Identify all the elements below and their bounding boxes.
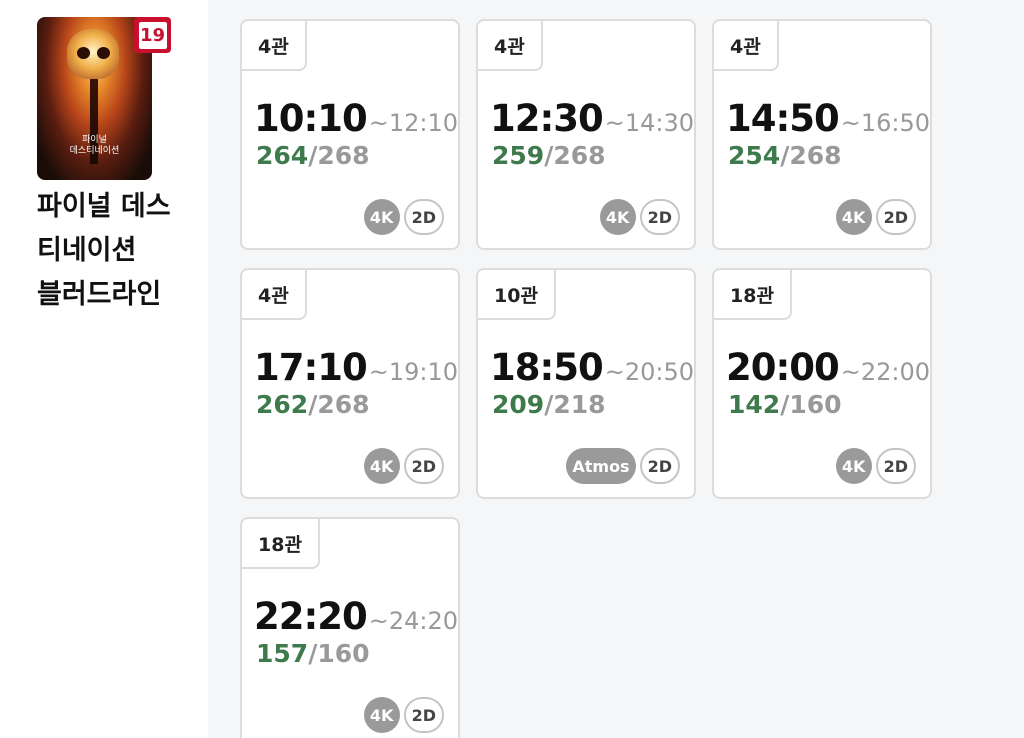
end-time: ~20:50 <box>604 358 695 386</box>
screen-format-badge: 4K <box>363 199 400 235</box>
movie-title-line1: 파이널 데스 <box>37 191 171 222</box>
poster-title: 파이널 데스티네이션 <box>37 135 152 157</box>
format-badges: Atmos 2D <box>566 448 680 484</box>
movie-info-panel: 파이널 데스티네이션 19 파이널 데스 티네이션 블러드라인 <box>0 0 208 738</box>
movie-title-line3: 블러드라인 <box>37 279 162 310</box>
poster-title-line2: 데스티네이션 <box>69 146 120 156</box>
time-range: 20:00~22:00 <box>726 346 930 389</box>
end-time: ~14:30 <box>604 109 695 137</box>
end-time: ~16:50 <box>840 109 931 137</box>
start-time: 18:50 <box>490 346 604 389</box>
available-seats: 209 <box>492 390 545 419</box>
seat-count: 142/160 <box>728 390 842 419</box>
time-range: 14:50~16:50 <box>726 97 930 140</box>
movie-title-line2: 티네이션 <box>37 235 137 266</box>
dimension-badge: 2D <box>403 697 444 733</box>
available-seats: 157 <box>256 639 309 668</box>
time-range: 18:50~20:50 <box>490 346 694 389</box>
start-time: 20:00 <box>726 346 840 389</box>
end-time: ~22:00 <box>840 358 931 386</box>
hall-label: 10관 <box>478 270 556 320</box>
total-seats: /268 <box>308 141 370 170</box>
dimension-badge: 2D <box>875 448 916 484</box>
showtime-card[interactable]: 4관 17:10~19:10 262/268 4K 2D <box>240 268 460 499</box>
time-range: 10:10~12:10 <box>254 97 458 140</box>
screen-format-badge: Atmos <box>566 448 636 484</box>
total-seats: /268 <box>544 141 606 170</box>
available-seats: 262 <box>256 390 309 419</box>
time-range: 17:10~19:10 <box>254 346 458 389</box>
showtime-card[interactable]: 4관 10:10~12:10 264/268 4K 2D <box>240 19 460 250</box>
hall-label: 4관 <box>242 270 307 320</box>
start-time: 10:10 <box>254 97 368 140</box>
showtime-card[interactable]: 18관 20:00~22:00 142/160 4K 2D <box>712 268 932 499</box>
dimension-badge: 2D <box>875 199 916 235</box>
format-badges: 4K 2D <box>363 199 444 235</box>
showtime-card[interactable]: 4관 12:30~14:30 259/268 4K 2D <box>476 19 696 250</box>
poster-title-line1: 파이널 <box>82 135 107 145</box>
dimension-badge: 2D <box>403 448 444 484</box>
end-time: ~12:10 <box>368 109 459 137</box>
seat-count: 262/268 <box>256 390 370 419</box>
start-time: 22:20 <box>254 595 368 638</box>
hall-label: 18관 <box>714 270 792 320</box>
hall-label: 4관 <box>242 21 307 71</box>
showtime-card[interactable]: 4관 14:50~16:50 254/268 4K 2D <box>712 19 932 250</box>
screen-format-badge: 4K <box>363 448 400 484</box>
format-badges: 4K 2D <box>363 448 444 484</box>
movie-title[interactable]: 파이널 데스 티네이션 블러드라인 <box>37 185 202 317</box>
format-badges: 4K 2D <box>599 199 680 235</box>
total-seats: /160 <box>780 390 842 419</box>
start-time: 14:50 <box>726 97 840 140</box>
showtime-card[interactable]: 18관 22:20~24:20 157/160 4K 2D <box>240 517 460 738</box>
age-rating-label: 19 <box>138 21 167 49</box>
skull-eye-left <box>77 47 90 59</box>
total-seats: /268 <box>780 141 842 170</box>
seat-count: 157/160 <box>256 639 370 668</box>
hall-label: 4관 <box>478 21 543 71</box>
start-time: 17:10 <box>254 346 368 389</box>
available-seats: 259 <box>492 141 545 170</box>
start-time: 12:30 <box>490 97 604 140</box>
format-badges: 4K 2D <box>835 448 916 484</box>
hall-label: 18관 <box>242 519 320 569</box>
dimension-badge: 2D <box>639 448 680 484</box>
skull-eye-right <box>97 47 110 59</box>
skull-image <box>67 29 119 79</box>
screen-format-badge: 4K <box>835 448 872 484</box>
total-seats: /268 <box>308 390 370 419</box>
age-rating-badge: 19 <box>134 17 171 53</box>
seat-count: 254/268 <box>728 141 842 170</box>
seat-count: 209/218 <box>492 390 606 419</box>
seat-count: 264/268 <box>256 141 370 170</box>
available-seats: 254 <box>728 141 781 170</box>
format-badges: 4K 2D <box>363 697 444 733</box>
total-seats: /218 <box>544 390 606 419</box>
showtime-card[interactable]: 10관 18:50~20:50 209/218 Atmos 2D <box>476 268 696 499</box>
total-seats: /160 <box>308 639 370 668</box>
format-badges: 4K 2D <box>835 199 916 235</box>
showtime-grid: 4관 10:10~12:10 264/268 4K 2D 4관 12:30~14… <box>240 19 932 738</box>
dimension-badge: 2D <box>639 199 680 235</box>
dimension-badge: 2D <box>403 199 444 235</box>
end-time: ~24:20 <box>368 607 459 635</box>
end-time: ~19:10 <box>368 358 459 386</box>
available-seats: 264 <box>256 141 309 170</box>
screen-format-badge: 4K <box>599 199 636 235</box>
available-seats: 142 <box>728 390 781 419</box>
time-range: 22:20~24:20 <box>254 595 458 638</box>
seat-count: 259/268 <box>492 141 606 170</box>
hall-label: 4관 <box>714 21 779 71</box>
screen-format-badge: 4K <box>363 697 400 733</box>
time-range: 12:30~14:30 <box>490 97 694 140</box>
screen-format-badge: 4K <box>835 199 872 235</box>
